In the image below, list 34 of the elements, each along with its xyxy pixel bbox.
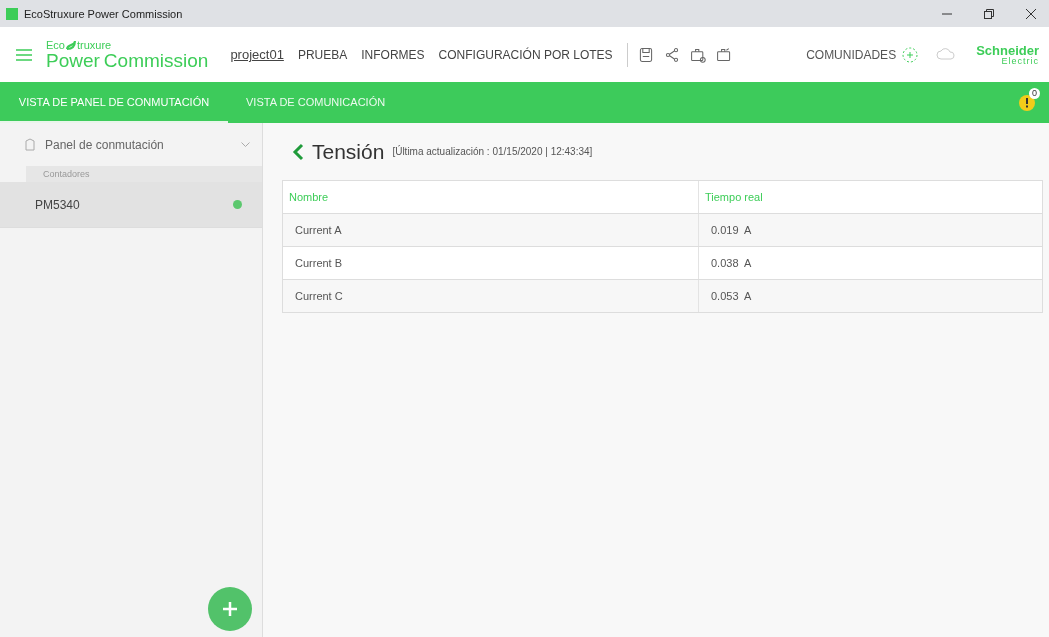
panel-icon [25, 138, 35, 151]
logo-icon [64, 39, 77, 51]
project-link[interactable]: project01 [230, 47, 284, 62]
table-cell-text: Current A [294, 223, 343, 238]
last-updated: [Última actualización : 01/15/2020 | 12:43:34] [392, 146, 593, 157]
table-cell-text: Current B [294, 256, 344, 271]
plus-icon [222, 601, 238, 617]
logo-text: Power [46, 51, 100, 70]
brand-subtitle: Electric [1001, 56, 1039, 66]
column-header: Nombre [288, 190, 330, 205]
menu-item[interactable]: INFORMES [361, 47, 425, 62]
logo-text: Commission [103, 51, 209, 70]
logo-text: truxure [76, 39, 112, 51]
communities-label: COMUNIDADES [806, 47, 897, 62]
save-icon[interactable] [637, 45, 654, 64]
close-icon[interactable] [1026, 8, 1036, 19]
menu-item[interactable]: PRUEBA [297, 47, 348, 62]
share-icon[interactable] [663, 45, 680, 64]
briefcase-icon[interactable] [715, 45, 732, 64]
alert-icon[interactable] [1019, 94, 1035, 111]
table-cell-text: Current C [294, 289, 344, 304]
section-label: Contadores [26, 166, 262, 182]
brand-name: Schneider [976, 43, 1039, 57]
back-icon[interactable] [292, 142, 304, 161]
page-title: Tensión [312, 139, 385, 164]
logo-text: Eco [46, 39, 65, 51]
restore-icon[interactable] [984, 8, 994, 19]
menu-item[interactable]: CONFIGURACIÓN POR LOTES [438, 47, 613, 62]
panel-title: Panel de conmutación [45, 137, 165, 152]
alert-count: 0 [1029, 87, 1040, 99]
device-item[interactable]: PM5340 [0, 182, 262, 228]
app-icon [6, 7, 18, 20]
table-cell: 0.053 A [698, 280, 1042, 312]
window-title: EcoStruxure Power Commission [24, 7, 184, 20]
